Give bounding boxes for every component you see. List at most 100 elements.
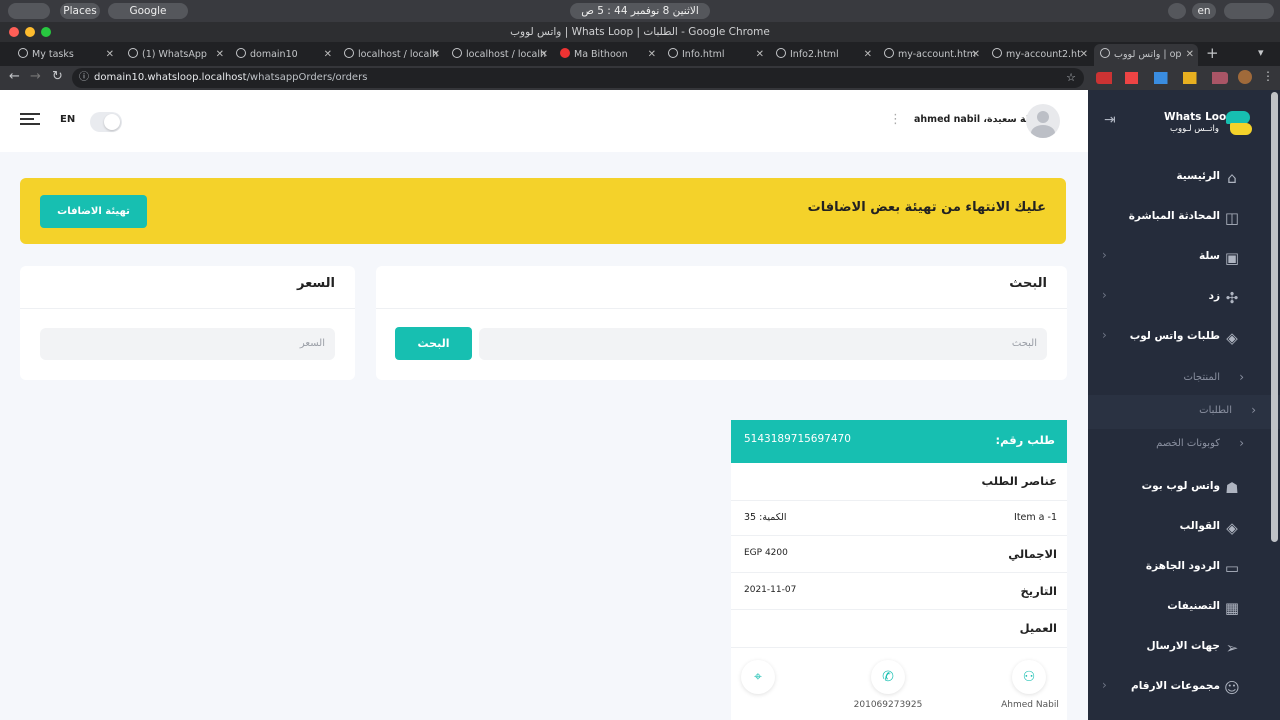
close-tab-icon[interactable]: ✕ (106, 44, 114, 66)
templates-icon: ◈ (1226, 519, 1238, 537)
profile-avatar[interactable] (1238, 70, 1252, 84)
nav-label: طلبات واتس لوب (1129, 330, 1220, 342)
order-date-row: التاريخ 2021-11-07 (731, 573, 1067, 610)
close-tab-icon[interactable]: ✕ (972, 44, 980, 66)
nav-label: سلة (1199, 250, 1220, 262)
browser-tab[interactable]: domain10 ✕ (236, 44, 336, 66)
apple-menu-icon[interactable] (8, 3, 50, 19)
close-tab-icon[interactable]: ✕ (324, 44, 332, 66)
places-menu[interactable]: Places (60, 3, 100, 19)
browser-tab-active[interactable]: واتس لووب | op ✕ (1094, 44, 1198, 66)
call-phone-icon[interactable]: ✆ (871, 660, 905, 694)
nav-whatsloop-orders[interactable]: ◈ طلبات واتس لوب ‹ (1088, 318, 1268, 358)
back-icon[interactable]: ← (9, 69, 20, 84)
browser-tab[interactable]: (1) WhatsApp ✕ (128, 44, 228, 66)
nav-label: جهات الارسال (1146, 640, 1221, 652)
nav-senders[interactable]: ➢ جهات الارسال (1088, 628, 1268, 668)
close-tab-icon[interactable]: ✕ (1080, 44, 1088, 66)
tab-label: my-account.htm (898, 49, 977, 60)
browser-tab[interactable]: Info.html ✕ (668, 44, 768, 66)
close-tab-icon[interactable]: ✕ (432, 44, 440, 66)
chevron-left-icon: ‹ (1102, 328, 1107, 342)
customer-user-icon[interactable]: ⚇ (1012, 660, 1046, 694)
tab-favicon-icon (992, 48, 1002, 58)
order-item-row: Item a -1 الكمية: 35 (731, 501, 1067, 536)
extension-icons[interactable] (1096, 72, 1228, 84)
nav-templates[interactable]: ◈ القوالب (1088, 508, 1268, 548)
browser-menu-icon[interactable]: ⋮ (1262, 69, 1274, 83)
nav-label: واتس لوب بوت (1141, 480, 1220, 492)
tab-label: (1) WhatsApp (142, 49, 207, 60)
browser-tab[interactable]: my-account.htm ✕ (884, 44, 984, 66)
close-tab-icon[interactable]: ✕ (1186, 44, 1194, 66)
nav-number-groups[interactable]: ☺ مجموعات الارقام ‹ (1088, 668, 1268, 708)
minimize-window-button[interactable] (25, 27, 35, 37)
close-tab-icon[interactable]: ✕ (864, 44, 872, 66)
browser-tab[interactable]: Ma Bithoon ✕ (560, 44, 660, 66)
subnav-products[interactable]: ‹ المنتجات (1088, 362, 1268, 396)
subnav-label: الطلبات (1199, 405, 1232, 416)
browser-tab[interactable]: localhost / localh ✕ (344, 44, 444, 66)
user-avatar[interactable] (1026, 104, 1060, 138)
price-input[interactable]: السعر (40, 328, 335, 360)
close-tab-icon[interactable]: ✕ (756, 44, 764, 66)
search-card: البحث البحث البحث (376, 266, 1067, 380)
close-tab-icon[interactable]: ✕ (648, 44, 656, 66)
tab-favicon-icon (668, 48, 678, 58)
nav-bot[interactable]: ☗ واتس لوب بوت (1088, 468, 1268, 508)
chevron-left-icon: ‹ (1102, 248, 1107, 262)
nav-live-chat[interactable]: ◫ المحادثة المباشرة (1088, 198, 1268, 238)
theme-toggle[interactable] (90, 112, 122, 132)
hamburger-menu-icon[interactable] (20, 113, 40, 125)
close-window-button[interactable] (9, 27, 19, 37)
browser-tab[interactable]: My tasks ✕ (18, 44, 118, 66)
system-status-icons[interactable] (1224, 3, 1274, 19)
chevron-left-icon: ‹ (1102, 678, 1107, 692)
nav-quick-replies[interactable]: ▭ الردود الجاهزة (1088, 548, 1268, 588)
user-icon[interactable] (1168, 3, 1186, 19)
browser-tab[interactable]: localhost / localh ✕ (452, 44, 552, 66)
tab-favicon-icon (236, 48, 246, 58)
more-options-icon[interactable]: ⋮ (889, 112, 902, 127)
nav-categories[interactable]: ▦ التصنيفات (1088, 588, 1268, 628)
language-switch-label[interactable]: EN (60, 114, 75, 125)
clock[interactable]: الاثنين 8 نوفمبر 44 : 5 ص (570, 3, 710, 19)
maximize-window-button[interactable] (41, 27, 51, 37)
chevron-left-icon: ‹ (1102, 288, 1107, 302)
browser-tab[interactable]: my-account2.ht ✕ (992, 44, 1092, 66)
nav-home[interactable]: ⌂ الرئيسية (1088, 158, 1268, 198)
order-header: طلب رقم: 5143189715697470 (731, 420, 1067, 463)
tab-favicon-icon (884, 48, 894, 58)
subnav-orders-active[interactable]: ‹ الطلبات (1088, 395, 1280, 429)
chevron-icon: ‹ (1239, 436, 1244, 450)
bookmark-star-icon[interactable]: ☆ (1066, 68, 1076, 88)
search-button[interactable]: البحث (395, 327, 472, 360)
tab-search-icon[interactable]: ▾ (1258, 46, 1264, 59)
forward-icon[interactable]: → (30, 69, 41, 84)
banner-text: عليك الانتهاء من تهيئة بعض الاضافات (807, 200, 1046, 215)
nav-salla[interactable]: ▣ سلة ‹ (1088, 238, 1268, 278)
close-tab-icon[interactable]: ✕ (540, 44, 548, 66)
browser-tab[interactable]: Info2.html ✕ (776, 44, 876, 66)
collapse-sidebar-icon[interactable]: ⇥ (1104, 112, 1116, 128)
nav-zid[interactable]: ✣ زد ‹ (1088, 278, 1268, 318)
date-value: 2021-11-07 (744, 585, 797, 595)
tab-label: Info.html (682, 49, 725, 60)
customer-phone[interactable]: 201069273925 (848, 700, 928, 710)
app-menu[interactable]: Google Chrome (108, 3, 188, 33)
setup-addons-button[interactable]: تهيئة الاضافات (40, 195, 147, 228)
search-input[interactable]: البحث (479, 328, 1047, 360)
map-location-icon[interactable]: ⌖ (741, 660, 775, 694)
url-input[interactable]: ⓘ domain10.whatsloop.localhost/whatsappO… (72, 68, 1084, 88)
tab-label: localhost / localh (466, 49, 547, 60)
new-tab-icon[interactable]: + (1206, 44, 1219, 62)
page-scrollbar[interactable] (1271, 92, 1278, 542)
main-content: EN ⋮ ليلة سعيدة، ahmed nabil عليك الانته… (0, 90, 1088, 720)
info-icon[interactable]: ⓘ (79, 68, 89, 88)
language-indicator[interactable]: en (1192, 3, 1216, 19)
subnav-coupons[interactable]: ‹ كوبونات الخصم (1088, 428, 1268, 462)
basket-icon: ▣ (1224, 249, 1240, 267)
order-items-title: عناصر الطلب (981, 474, 1057, 488)
reload-icon[interactable]: ↻ (52, 69, 63, 84)
close-tab-icon[interactable]: ✕ (216, 44, 224, 66)
